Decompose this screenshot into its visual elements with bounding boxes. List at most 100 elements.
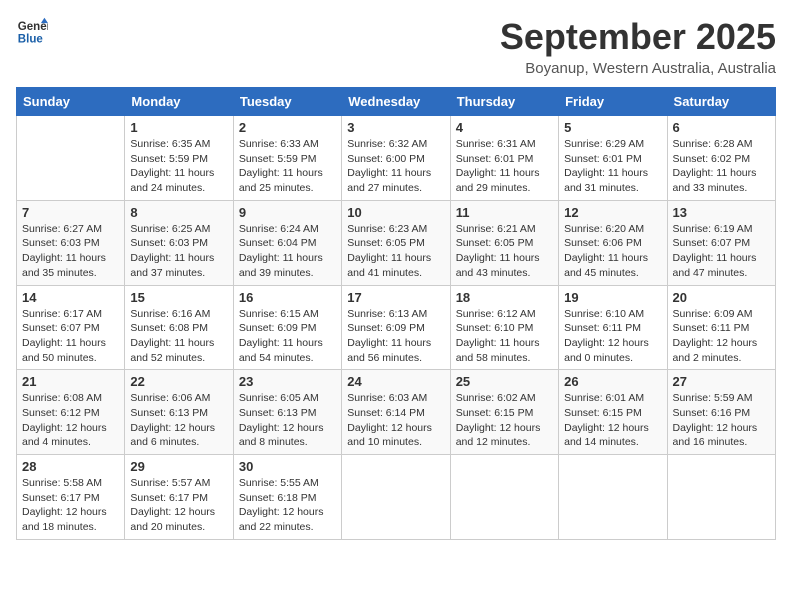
day-of-week-header: Tuesday <box>233 88 341 116</box>
calendar-cell <box>667 455 775 540</box>
day-number: 3 <box>347 120 444 135</box>
calendar-cell: 4 Sunrise: 6:31 AM Sunset: 6:01 PM Daylig… <box>450 116 558 201</box>
logo: General Blue <box>16 16 48 48</box>
day-number: 6 <box>673 120 770 135</box>
calendar-cell: 22 Sunrise: 6:06 AM Sunset: 6:13 PM Dayli… <box>125 370 233 455</box>
calendar-cell <box>342 455 450 540</box>
day-info: Sunrise: 6:25 AM Sunset: 6:03 PM Dayligh… <box>130 222 227 281</box>
day-number: 12 <box>564 205 661 220</box>
calendar-week-row: 14Sunrise: 6:17 AM Sunset: 6:07 PM Dayli… <box>17 285 776 370</box>
day-info: Sunrise: 6:20 AM Sunset: 6:06 PM Dayligh… <box>564 222 661 281</box>
day-info: Sunrise: 6:05 AM Sunset: 6:13 PM Dayligh… <box>239 391 336 450</box>
calendar-cell: 24 Sunrise: 6:03 AM Sunset: 6:14 PM Dayli… <box>342 370 450 455</box>
day-info: Sunrise: 6:31 AM Sunset: 6:01 PM Dayligh… <box>456 137 553 196</box>
calendar-week-row: 28 Sunrise: 5:58 AM Sunset: 6:17 PM Dayli… <box>17 455 776 540</box>
calendar-cell: 23Sunrise: 6:05 AM Sunset: 6:13 PM Dayli… <box>233 370 341 455</box>
day-number: 28 <box>22 459 119 474</box>
calendar-cell: 9Sunrise: 6:24 AM Sunset: 6:04 PM Daylig… <box>233 200 341 285</box>
calendar-cell: 5Sunrise: 6:29 AM Sunset: 6:01 PM Daylig… <box>559 116 667 201</box>
day-number: 5 <box>564 120 661 135</box>
day-of-week-header: Monday <box>125 88 233 116</box>
title-block: September 2025 Boyanup, Western Australi… <box>500 16 776 77</box>
day-of-week-header: Sunday <box>17 88 125 116</box>
calendar-cell: 1 Sunrise: 6:35 AM Sunset: 5:59 PM Daylig… <box>125 116 233 201</box>
day-info: Sunrise: 6:21 AM Sunset: 6:05 PM Dayligh… <box>456 222 553 281</box>
month-title: September 2025 <box>500 16 776 58</box>
day-number: 13 <box>673 205 770 220</box>
day-info: Sunrise: 5:58 AM Sunset: 6:17 PM Dayligh… <box>22 476 119 535</box>
location: Boyanup, Western Australia, Australia <box>500 60 776 77</box>
calendar-cell: 11 Sunrise: 6:21 AM Sunset: 6:05 PM Dayli… <box>450 200 558 285</box>
calendar-cell: 18Sunrise: 6:12 AM Sunset: 6:10 PM Dayli… <box>450 285 558 370</box>
calendar-week-row: 7 Sunrise: 6:27 AM Sunset: 6:03 PM Daylig… <box>17 200 776 285</box>
day-number: 2 <box>239 120 336 135</box>
day-info: Sunrise: 6:02 AM Sunset: 6:15 PM Dayligh… <box>456 391 553 450</box>
day-info: Sunrise: 5:59 AM Sunset: 6:16 PM Dayligh… <box>673 391 770 450</box>
logo-icon: General Blue <box>16 16 48 48</box>
calendar-cell <box>559 455 667 540</box>
calendar-cell: 29Sunrise: 5:57 AM Sunset: 6:17 PM Dayli… <box>125 455 233 540</box>
calendar-week-row: 1 Sunrise: 6:35 AM Sunset: 5:59 PM Daylig… <box>17 116 776 201</box>
calendar-table: SundayMondayTuesdayWednesdayThursdayFrid… <box>16 87 776 540</box>
day-number: 9 <box>239 205 336 220</box>
day-number: 21 <box>22 374 119 389</box>
day-info: Sunrise: 6:19 AM Sunset: 6:07 PM Dayligh… <box>673 222 770 281</box>
day-info: Sunrise: 6:06 AM Sunset: 6:13 PM Dayligh… <box>130 391 227 450</box>
calendar-cell: 6 Sunrise: 6:28 AM Sunset: 6:02 PM Daylig… <box>667 116 775 201</box>
day-info: Sunrise: 6:13 AM Sunset: 6:09 PM Dayligh… <box>347 307 444 366</box>
day-number: 19 <box>564 290 661 305</box>
day-number: 30 <box>239 459 336 474</box>
calendar-cell: 8Sunrise: 6:25 AM Sunset: 6:03 PM Daylig… <box>125 200 233 285</box>
day-number: 17 <box>347 290 444 305</box>
page-header: General Blue September 2025 Boyanup, Wes… <box>16 16 776 77</box>
calendar-cell: 13 Sunrise: 6:19 AM Sunset: 6:07 PM Dayli… <box>667 200 775 285</box>
day-number: 16 <box>239 290 336 305</box>
day-number: 29 <box>130 459 227 474</box>
calendar-cell: 2Sunrise: 6:33 AM Sunset: 5:59 PM Daylig… <box>233 116 341 201</box>
day-info: Sunrise: 6:09 AM Sunset: 6:11 PM Dayligh… <box>673 307 770 366</box>
day-number: 24 <box>347 374 444 389</box>
day-info: Sunrise: 6:28 AM Sunset: 6:02 PM Dayligh… <box>673 137 770 196</box>
day-of-week-header: Saturday <box>667 88 775 116</box>
day-info: Sunrise: 6:16 AM Sunset: 6:08 PM Dayligh… <box>130 307 227 366</box>
day-number: 27 <box>673 374 770 389</box>
calendar-cell: 3 Sunrise: 6:32 AM Sunset: 6:00 PM Daylig… <box>342 116 450 201</box>
calendar-cell: 14Sunrise: 6:17 AM Sunset: 6:07 PM Dayli… <box>17 285 125 370</box>
day-number: 25 <box>456 374 553 389</box>
calendar-cell: 30Sunrise: 5:55 AM Sunset: 6:18 PM Dayli… <box>233 455 341 540</box>
calendar-cell: 27 Sunrise: 5:59 AM Sunset: 6:16 PM Dayli… <box>667 370 775 455</box>
calendar-cell: 16 Sunrise: 6:15 AM Sunset: 6:09 PM Dayli… <box>233 285 341 370</box>
day-number: 11 <box>456 205 553 220</box>
day-number: 22 <box>130 374 227 389</box>
calendar-cell: 19 Sunrise: 6:10 AM Sunset: 6:11 PM Dayli… <box>559 285 667 370</box>
calendar-cell: 17 Sunrise: 6:13 AM Sunset: 6:09 PM Dayli… <box>342 285 450 370</box>
calendar-cell: 20 Sunrise: 6:09 AM Sunset: 6:11 PM Dayli… <box>667 285 775 370</box>
day-info: Sunrise: 6:01 AM Sunset: 6:15 PM Dayligh… <box>564 391 661 450</box>
calendar-cell: 12 Sunrise: 6:20 AM Sunset: 6:06 PM Dayli… <box>559 200 667 285</box>
day-number: 15 <box>130 290 227 305</box>
day-info: Sunrise: 6:10 AM Sunset: 6:11 PM Dayligh… <box>564 307 661 366</box>
calendar-cell: 10 Sunrise: 6:23 AM Sunset: 6:05 PM Dayli… <box>342 200 450 285</box>
day-info: Sunrise: 6:08 AM Sunset: 6:12 PM Dayligh… <box>22 391 119 450</box>
day-number: 20 <box>673 290 770 305</box>
day-number: 10 <box>347 205 444 220</box>
day-info: Sunrise: 6:17 AM Sunset: 6:07 PM Dayligh… <box>22 307 119 366</box>
day-number: 1 <box>130 120 227 135</box>
day-number: 26 <box>564 374 661 389</box>
calendar-cell: 26 Sunrise: 6:01 AM Sunset: 6:15 PM Dayli… <box>559 370 667 455</box>
day-info: Sunrise: 6:15 AM Sunset: 6:09 PM Dayligh… <box>239 307 336 366</box>
day-of-week-header: Friday <box>559 88 667 116</box>
day-number: 7 <box>22 205 119 220</box>
day-info: Sunrise: 6:27 AM Sunset: 6:03 PM Dayligh… <box>22 222 119 281</box>
calendar-header-row: SundayMondayTuesdayWednesdayThursdayFrid… <box>17 88 776 116</box>
day-info: Sunrise: 6:32 AM Sunset: 6:00 PM Dayligh… <box>347 137 444 196</box>
day-info: Sunrise: 6:35 AM Sunset: 5:59 PM Dayligh… <box>130 137 227 196</box>
calendar-cell: 15 Sunrise: 6:16 AM Sunset: 6:08 PM Dayli… <box>125 285 233 370</box>
svg-text:Blue: Blue <box>18 34 44 46</box>
day-number: 4 <box>456 120 553 135</box>
day-of-week-header: Wednesday <box>342 88 450 116</box>
day-info: Sunrise: 6:23 AM Sunset: 6:05 PM Dayligh… <box>347 222 444 281</box>
calendar-cell <box>450 455 558 540</box>
calendar-cell: 7 Sunrise: 6:27 AM Sunset: 6:03 PM Daylig… <box>17 200 125 285</box>
day-info: Sunrise: 6:03 AM Sunset: 6:14 PM Dayligh… <box>347 391 444 450</box>
